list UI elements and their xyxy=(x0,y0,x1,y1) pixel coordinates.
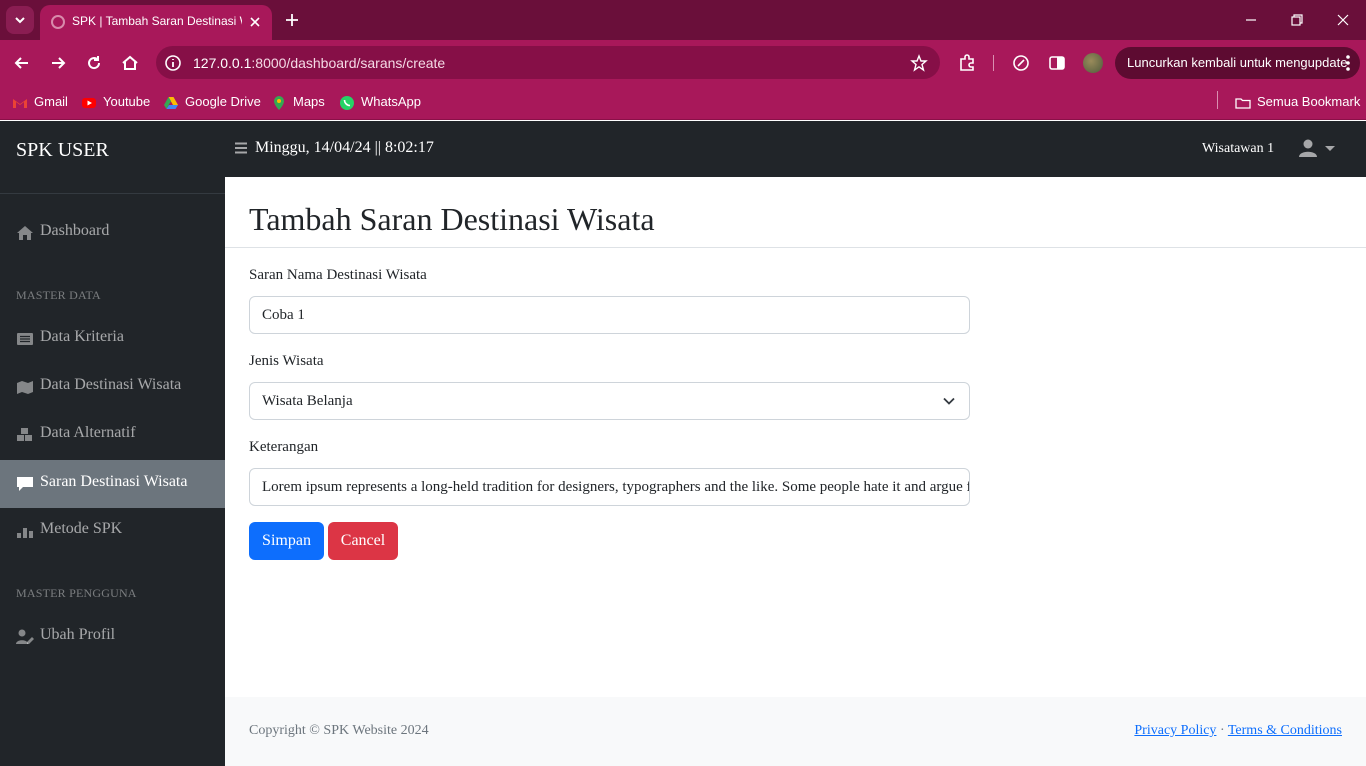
footer-separator: · xyxy=(1219,723,1225,738)
datetime-display: Minggu, 14/04/24 || 8:02:17 xyxy=(255,139,434,156)
relaunch-update-button[interactable]: Luncurkan kembali untuk mengupdate xyxy=(1115,47,1360,79)
description-field-label: Keterangan xyxy=(249,439,319,455)
tab-title: SPK | Tambah Saran Destinasi W xyxy=(72,14,242,28)
home-browser-icon[interactable] xyxy=(120,53,140,73)
chevron-down-icon xyxy=(15,17,25,24)
site-info-icon[interactable] xyxy=(164,54,182,72)
toolbar-separator xyxy=(993,55,994,71)
user-icon[interactable] xyxy=(1298,138,1318,158)
privacy-policy-link[interactable]: Privacy Policy xyxy=(1134,723,1216,738)
url-path: :8000/dashboard/sarans/create xyxy=(251,55,446,71)
destination-name-input[interactable]: Coba 1 xyxy=(249,296,970,334)
browser-tab-active[interactable]: SPK | Tambah Saran Destinasi W xyxy=(40,5,272,40)
whatsapp-icon xyxy=(340,96,354,110)
close-tab-icon[interactable] xyxy=(246,13,264,31)
bookmark-star-icon[interactable] xyxy=(910,54,928,72)
description-value: Lorem ipsum represents a long-held tradi… xyxy=(262,479,970,495)
side-panel-icon[interactable] xyxy=(1047,53,1067,73)
profile-avatar[interactable] xyxy=(1083,53,1103,73)
more-menu-icon[interactable] xyxy=(1346,54,1350,72)
cancel-button[interactable]: Cancel xyxy=(328,522,398,560)
forward-arrow-icon[interactable] xyxy=(48,53,68,73)
type-field-label: Jenis Wisata xyxy=(249,353,324,369)
top-navbar: Minggu, 14/04/24 || 8:02:17 Wisatawan 1 xyxy=(225,121,1366,177)
sidebar-item-label: Dashboard xyxy=(40,222,110,239)
sidebar-item-label: Data Alternatif xyxy=(40,424,136,441)
sidebar-item-label: Saran Destinasi Wisata xyxy=(40,473,188,490)
maps-icon xyxy=(274,96,284,110)
address-bar[interactable]: 127.0.0.1:8000/dashboard/sarans/create xyxy=(156,46,940,79)
sidebar-item-ubah-profil[interactable]: Ubah Profil xyxy=(0,613,225,661)
youtube-icon xyxy=(82,98,96,108)
user-name: Wisatawan 1 xyxy=(1202,141,1275,156)
sidebar: SPK USER Dashboard MASTER DATA Data Krit… xyxy=(0,121,225,766)
footer-links: Privacy Policy · Terms & Conditions xyxy=(1134,723,1342,739)
bookmark-label: Gmail xyxy=(34,94,68,109)
main-content: Tambah Saran Destinasi Wisata Saran Nama… xyxy=(225,177,1366,697)
page-title: Tambah Saran Destinasi Wisata xyxy=(249,201,655,237)
comment-icon xyxy=(17,477,33,491)
bookmark-label: Youtube xyxy=(103,94,151,109)
copyright-text: Copyright © SPK Website 2024 xyxy=(249,723,429,738)
sidebar-heading-master-data: MASTER DATA xyxy=(16,288,101,302)
all-bookmarks-label: Semua Bookmark xyxy=(1257,94,1361,109)
list-icon xyxy=(17,333,33,345)
google-drive-icon xyxy=(164,97,178,109)
sidebar-item-metode-spk[interactable]: Metode SPK xyxy=(0,507,225,555)
browser-tab-strip: SPK | Tambah Saran Destinasi W xyxy=(0,0,1366,40)
sidebar-item-label: Metode SPK xyxy=(40,520,123,537)
map-icon xyxy=(17,381,33,394)
tourism-type-select[interactable]: Wisata Belanja xyxy=(249,382,970,420)
bookmarks-bar: Gmail Youtube Google Drive Maps WhatsApp… xyxy=(0,86,1366,120)
bookmark-label: Google Drive xyxy=(185,94,261,109)
sidebar-item-dashboard[interactable]: Dashboard xyxy=(0,209,225,257)
bookmark-label: Maps xyxy=(293,94,325,109)
save-button[interactable]: Simpan xyxy=(249,522,324,560)
description-input[interactable]: Lorem ipsum represents a long-held tradi… xyxy=(249,468,970,506)
sidebar-item-label: Ubah Profil xyxy=(40,626,116,643)
minimize-icon[interactable] xyxy=(1242,11,1260,29)
reload-icon[interactable] xyxy=(84,53,104,73)
page-favicon-icon xyxy=(51,15,65,29)
extensions-puzzle-icon[interactable] xyxy=(957,53,977,73)
new-tab-icon[interactable] xyxy=(282,10,302,30)
chart-icon xyxy=(17,528,33,538)
tourism-type-value: Wisata Belanja xyxy=(262,393,353,409)
restore-icon[interactable] xyxy=(1288,11,1306,29)
gmail-icon xyxy=(13,99,27,108)
relaunch-update-label: Luncurkan kembali untuk mengupdate xyxy=(1127,55,1348,70)
url-host: 127.0.0.1 xyxy=(193,55,252,71)
destination-name-value: Coba 1 xyxy=(262,307,305,323)
sidebar-item-data-destinasi[interactable]: Data Destinasi Wisata xyxy=(0,363,225,411)
back-arrow-icon[interactable] xyxy=(12,53,32,73)
terms-conditions-link[interactable]: Terms & Conditions xyxy=(1228,723,1342,738)
folder-icon xyxy=(1235,98,1251,109)
cubes-icon xyxy=(17,428,32,441)
close-window-icon[interactable] xyxy=(1334,11,1352,29)
bookmarks-separator xyxy=(1217,91,1218,109)
sidebar-item-label: Data Destinasi Wisata xyxy=(40,376,182,393)
sidebar-item-saran-destinasi[interactable]: Saran Destinasi Wisata xyxy=(0,460,225,508)
caret-down-icon[interactable] xyxy=(1325,146,1335,152)
chevron-down-icon xyxy=(943,397,955,405)
home-icon xyxy=(17,226,33,240)
sidebar-item-data-alternatif[interactable]: Data Alternatif xyxy=(0,411,225,459)
sidebar-heading-master-pengguna: MASTER PENGGUNA xyxy=(16,586,137,600)
sidebar-item-data-kriteria[interactable]: Data Kriteria xyxy=(0,315,225,363)
bookmark-label: WhatsApp xyxy=(361,94,421,109)
user-edit-icon xyxy=(16,629,34,644)
sidebar-divider xyxy=(0,193,225,194)
browser-toolbar: 127.0.0.1:8000/dashboard/sarans/create L… xyxy=(0,40,1366,86)
performance-leaf-icon[interactable] xyxy=(1011,53,1031,73)
footer: Copyright © SPK Website 2024 Privacy Pol… xyxy=(225,697,1366,766)
hamburger-menu-icon[interactable] xyxy=(234,141,248,155)
sidebar-item-label: Data Kriteria xyxy=(40,328,124,345)
title-divider xyxy=(225,247,1366,248)
name-field-label: Saran Nama Destinasi Wisata xyxy=(249,267,427,283)
sidebar-brand[interactable]: SPK USER xyxy=(16,139,109,162)
tab-search-button[interactable] xyxy=(6,6,34,34)
url-text: 127.0.0.1:8000/dashboard/sarans/create xyxy=(193,55,445,71)
